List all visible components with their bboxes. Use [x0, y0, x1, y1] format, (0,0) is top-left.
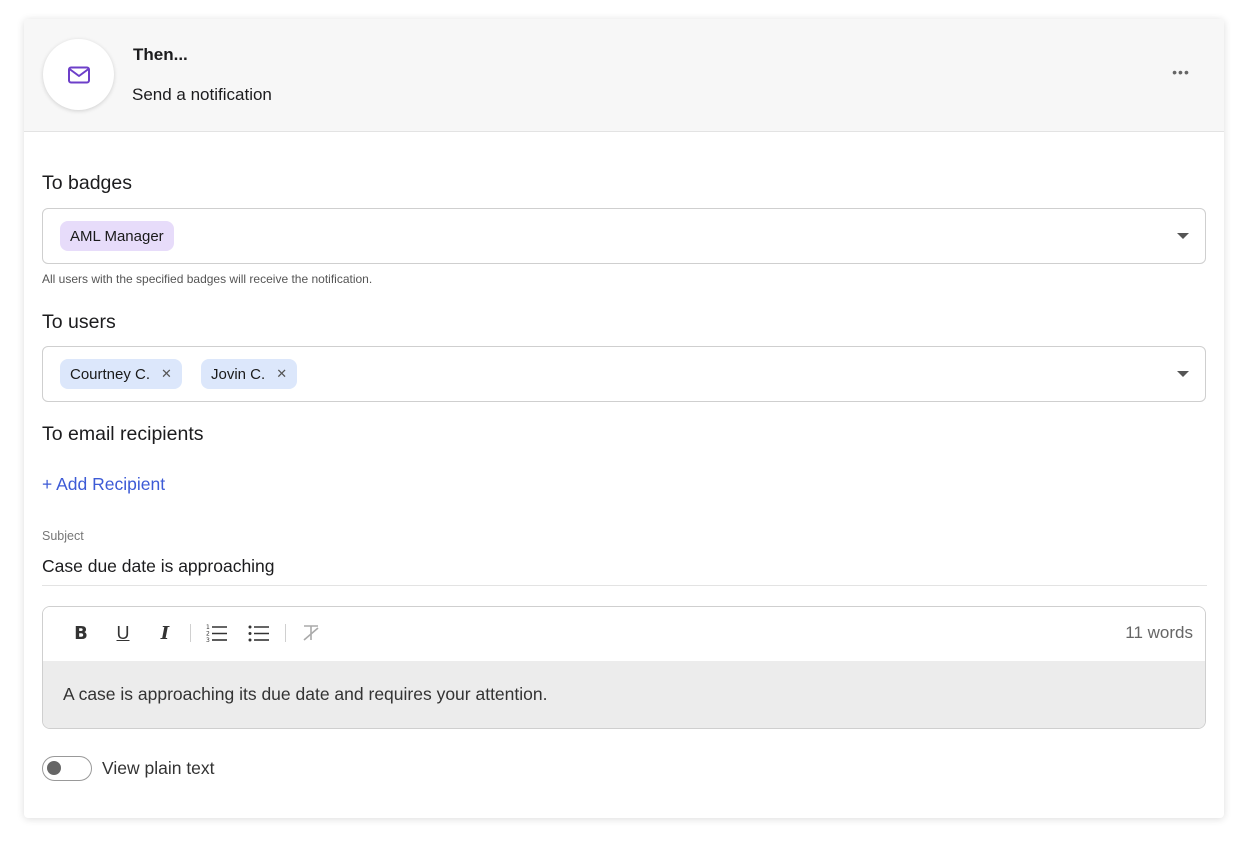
subject-underline: [42, 585, 1207, 586]
action-icon-badge: [43, 39, 114, 110]
bold-button[interactable]: B: [70, 621, 92, 645]
subject-label: Subject: [42, 529, 84, 543]
chevron-down-icon[interactable]: [1177, 371, 1189, 377]
toolbar-divider: [190, 624, 191, 642]
user-chip-label: Courtney C.: [70, 365, 151, 383]
badge-chip-label: AML Manager: [70, 227, 164, 245]
italic-button[interactable]: I: [154, 621, 176, 645]
underline-button[interactable]: U: [112, 621, 134, 645]
card-header: Then... Send a notification •••: [24, 19, 1224, 132]
toggle-knob: [47, 761, 61, 775]
action-title: Then...: [133, 45, 188, 64]
email-section-title: To email recipients: [42, 423, 204, 445]
editor-toolbar: B U I 1 2 3 11 words: [43, 607, 1205, 661]
chevron-down-icon[interactable]: [1177, 233, 1189, 239]
badge-chip[interactable]: AML Manager: [60, 221, 174, 251]
notification-action-card: Then... Send a notification ••• To badge…: [24, 19, 1224, 818]
add-recipient-link[interactable]: + Add Recipient: [42, 474, 165, 495]
action-subtitle: Send a notification: [132, 85, 272, 104]
plain-text-toggle[interactable]: [42, 756, 92, 781]
badges-helper-text: All users with the specified badges will…: [42, 272, 373, 286]
subject-input[interactable]: Case due date is approaching: [42, 556, 275, 577]
word-count: 11 words: [1125, 623, 1193, 642]
svg-text:3: 3: [206, 637, 210, 643]
more-options-icon[interactable]: •••: [1170, 62, 1192, 82]
user-chip-label: Jovin C.: [211, 365, 266, 383]
plain-text-toggle-label: View plain text: [102, 758, 215, 778]
remove-chip-icon[interactable]: ✕: [276, 366, 287, 382]
users-section-title: To users: [42, 311, 116, 333]
badges-section-title: To badges: [42, 172, 132, 194]
users-select[interactable]: Courtney C. ✕ Jovin C. ✕: [42, 346, 1206, 402]
remove-chip-icon[interactable]: ✕: [161, 366, 172, 382]
badges-select[interactable]: AML Manager: [42, 208, 1206, 264]
message-editor: B U I 1 2 3 11 words A case is approachi…: [42, 606, 1206, 729]
ordered-list-icon[interactable]: 1 2 3: [206, 621, 228, 645]
editor-body[interactable]: A case is approaching its due date and r…: [43, 661, 1205, 728]
mail-icon: [67, 66, 90, 83]
clear-format-icon[interactable]: [300, 621, 322, 645]
editor-text[interactable]: A case is approaching its due date and r…: [63, 684, 547, 705]
toolbar-divider: [285, 624, 286, 642]
bullet-list-icon[interactable]: [248, 621, 270, 645]
user-chip: Jovin C. ✕: [201, 359, 298, 389]
user-chip: Courtney C. ✕: [60, 359, 182, 389]
